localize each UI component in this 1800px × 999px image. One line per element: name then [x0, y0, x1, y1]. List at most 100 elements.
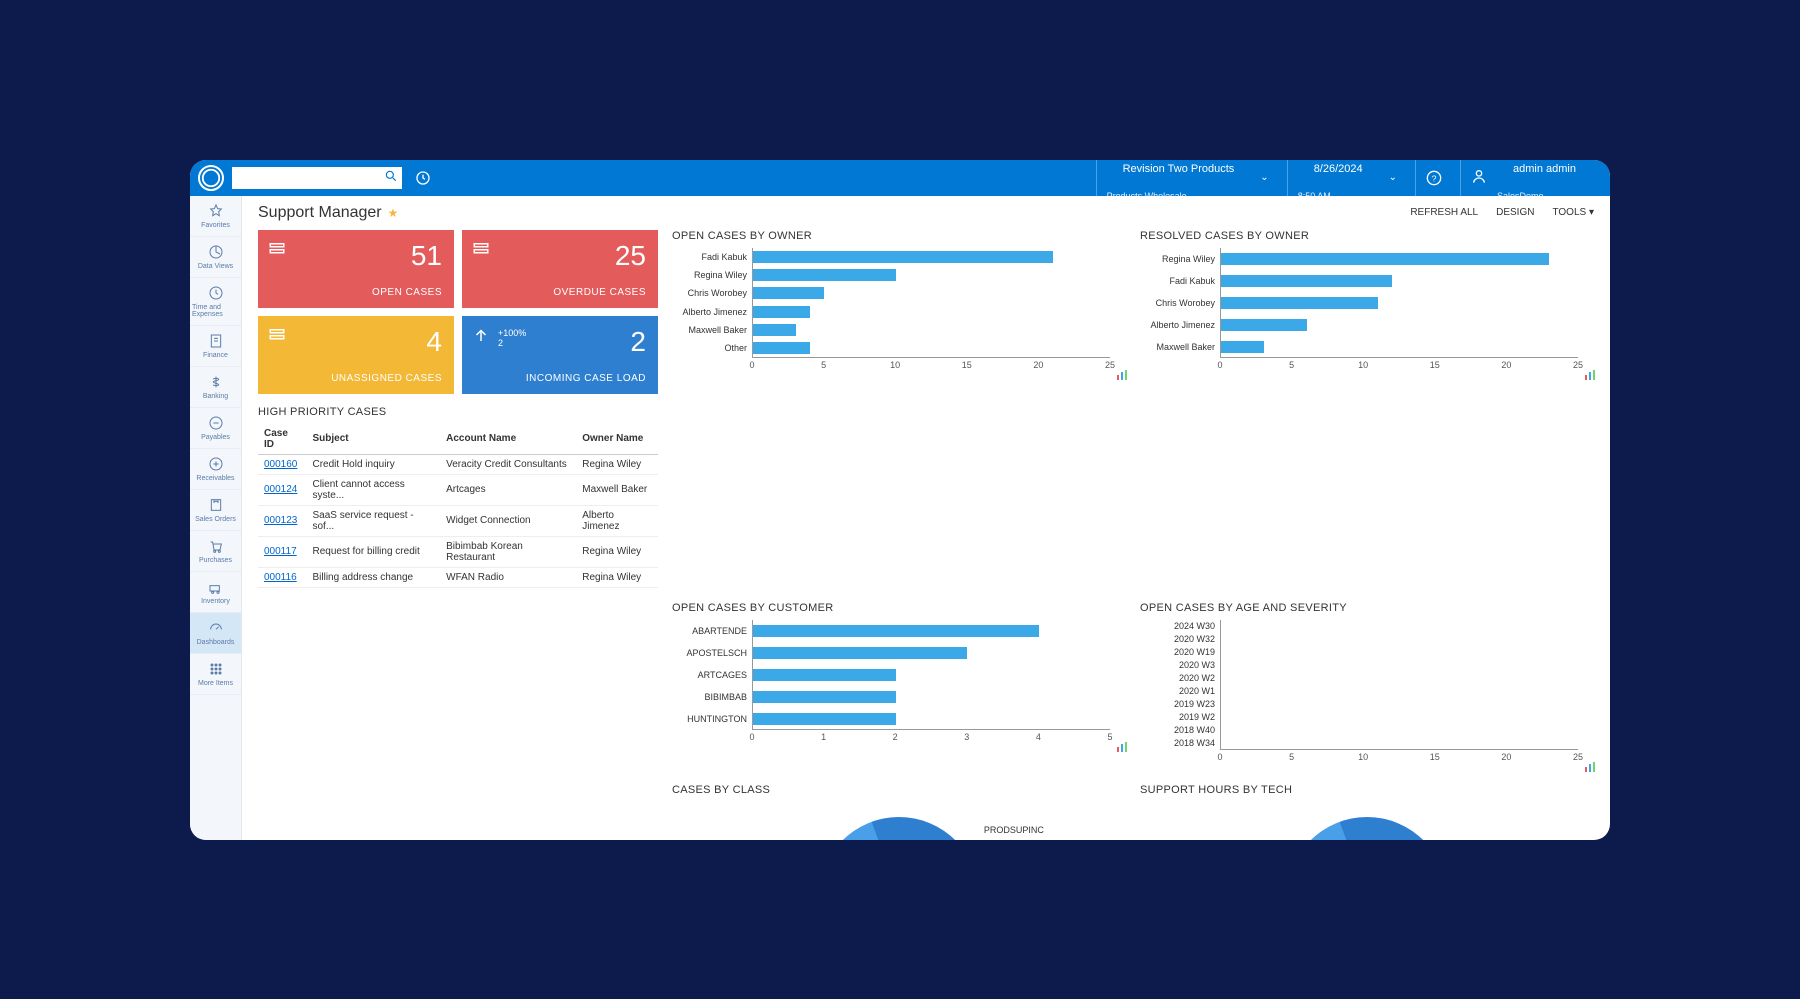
bar[interactable]	[1221, 253, 1549, 265]
bar-label: 2018 W40	[1145, 725, 1221, 735]
bar[interactable]	[1221, 319, 1307, 331]
cell-owner: Maxwell Baker	[576, 474, 658, 505]
favorites-icon	[208, 203, 224, 219]
favorite-star-icon[interactable]: ★	[388, 206, 399, 220]
user-name: admin admin	[1497, 160, 1592, 191]
dashboards-icon	[208, 620, 224, 636]
sidebar: Favorites Data Views Time and Expenses Fina…	[190, 196, 242, 840]
kpi-label: UNASSIGNED CASES	[270, 373, 442, 384]
bar-label: BIBIMBAB	[677, 692, 753, 702]
help-button[interactable]: ?	[1415, 160, 1452, 196]
chart-settings-icon[interactable]	[1116, 740, 1128, 752]
bar-label: ARTCAGES	[677, 670, 753, 680]
history-icon[interactable]	[410, 165, 436, 191]
sidebar-item-label: Purchases	[199, 557, 232, 564]
kpi-value: 25	[474, 240, 646, 272]
chart-hours-by-tech: SUPPORT HOURS BY TECH Zaltana YoungAlber…	[1140, 784, 1594, 840]
bar[interactable]	[753, 287, 824, 299]
cases-icon	[268, 326, 286, 344]
sidebar-item-receivables[interactable]: Receivables	[190, 449, 241, 490]
bar-label: Maxwell Baker	[1145, 342, 1221, 352]
kpi-unassigned-cases[interactable]: 4 UNASSIGNED CASES	[258, 316, 454, 394]
bar[interactable]	[753, 306, 810, 318]
design-button[interactable]: DESIGN	[1496, 207, 1534, 218]
bar-label: 2019 W2	[1145, 712, 1221, 722]
axis-tick: 0	[749, 360, 754, 370]
bar[interactable]	[1221, 341, 1264, 353]
sidebar-item-label: Finance	[203, 352, 228, 359]
bar-label: ABARTENDE	[677, 626, 753, 636]
finance-icon	[208, 333, 224, 349]
case-id-link[interactable]: 000160	[258, 454, 306, 474]
bar[interactable]	[1221, 297, 1378, 309]
sidebar-item-label: Data Views	[198, 263, 233, 270]
chart-settings-icon[interactable]	[1116, 368, 1128, 380]
donut-chart[interactable]	[819, 817, 979, 840]
col-account[interactable]: Account Name	[440, 424, 576, 455]
col-subject[interactable]: Subject	[306, 424, 440, 455]
date-selector[interactable]: 8/26/2024 8:50 AM ⌄	[1287, 160, 1407, 196]
sidebar-item-label: Payables	[201, 434, 230, 441]
bar-label: 2018 W34	[1145, 738, 1221, 748]
sidebar-item-purchases[interactable]: Purchases	[190, 531, 241, 572]
tools-button[interactable]: TOOLS ▾	[1552, 207, 1594, 218]
case-id-link[interactable]: 000117	[258, 536, 306, 567]
bar[interactable]	[753, 251, 1053, 263]
col-owner[interactable]: Owner Name	[576, 424, 658, 455]
axis-tick: 20	[1501, 360, 1511, 370]
user-menu[interactable]: admin admin SalesDemo	[1460, 160, 1602, 196]
bar-label: 2020 W19	[1145, 647, 1221, 657]
cell-subject: Client cannot access syste...	[306, 474, 440, 505]
sidebar-item-favorites[interactable]: Favorites	[190, 196, 241, 237]
bar[interactable]	[753, 691, 896, 703]
company-selector[interactable]: Revision Two Products Products Wholesale…	[1096, 160, 1279, 196]
bar-label: Regina Wiley	[1145, 254, 1221, 264]
app-logo-icon[interactable]	[198, 165, 224, 191]
axis-tick: 1	[821, 732, 826, 742]
cell-account: Widget Connection	[440, 505, 576, 536]
sidebar-item-finance[interactable]: Finance	[190, 326, 241, 367]
search-icon[interactable]	[384, 169, 398, 186]
sidebar-item-time-expenses[interactable]: Time and Expenses	[190, 278, 241, 326]
bar[interactable]	[753, 625, 1039, 637]
refresh-all-button[interactable]: REFRESH ALL	[1410, 207, 1478, 218]
bar[interactable]	[1221, 275, 1392, 287]
axis-tick: 10	[890, 360, 900, 370]
table-row: 000117Request for billing creditBibimbab…	[258, 536, 658, 567]
table-row: 000124Client cannot access syste...Artca…	[258, 474, 658, 505]
axis-tick: 3	[964, 732, 969, 742]
case-id-link[interactable]: 000123	[258, 505, 306, 536]
bar[interactable]	[753, 269, 896, 281]
search-input[interactable]	[236, 172, 384, 184]
bar[interactable]	[753, 647, 967, 659]
sidebar-item-dashboards[interactable]: Dashboards	[190, 613, 241, 654]
bar[interactable]	[753, 669, 896, 681]
chart-settings-icon[interactable]	[1584, 368, 1596, 380]
user-icon	[1471, 168, 1487, 187]
cell-account: Bibimbab Korean Restaurant	[440, 536, 576, 567]
table-row: 000160Credit Hold inquiryVeracity Credit…	[258, 454, 658, 474]
sidebar-item-sales-orders[interactable]: Sales Orders	[190, 490, 241, 531]
col-case-id[interactable]: Case ID	[258, 424, 306, 455]
cell-owner: Regina Wiley	[576, 536, 658, 567]
kpi-overdue-cases[interactable]: 25 OVERDUE CASES	[462, 230, 658, 308]
sidebar-item-banking[interactable]: Banking	[190, 367, 241, 408]
arrow-up-icon	[472, 326, 490, 344]
kpi-open-cases[interactable]: 51 OPEN CASES	[258, 230, 454, 308]
case-id-link[interactable]: 000116	[258, 567, 306, 587]
bar-label: 2020 W1	[1145, 686, 1221, 696]
chart-settings-icon[interactable]	[1584, 760, 1596, 772]
sidebar-item-data-views[interactable]: Data Views	[190, 237, 241, 278]
bar-label: Other	[677, 343, 753, 353]
bar[interactable]	[753, 713, 896, 725]
payables-icon	[208, 415, 224, 431]
donut-chart[interactable]	[1287, 817, 1447, 840]
kpi-incoming-case-load[interactable]: +100% 2 2 INCOMING CASE LOAD	[462, 316, 658, 394]
case-id-link[interactable]: 000124	[258, 474, 306, 505]
sidebar-item-more-items[interactable]: More Items	[190, 654, 241, 695]
bar[interactable]	[753, 324, 796, 336]
sidebar-item-inventory[interactable]: Inventory	[190, 572, 241, 613]
axis-tick: 20	[1501, 752, 1511, 762]
bar[interactable]	[753, 342, 810, 354]
sidebar-item-payables[interactable]: Payables	[190, 408, 241, 449]
